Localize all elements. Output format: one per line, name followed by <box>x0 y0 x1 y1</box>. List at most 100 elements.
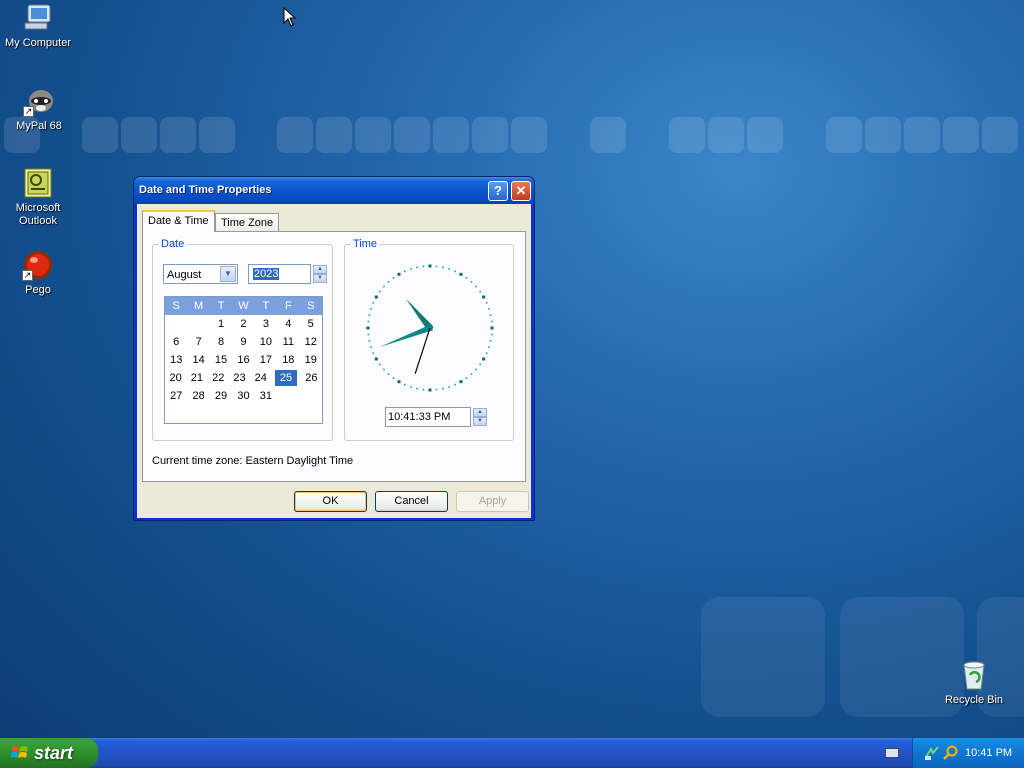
clock-minute-mark <box>485 301 488 304</box>
clock-minute-mark <box>435 265 438 268</box>
clock-hour-mark <box>428 264 432 268</box>
clock-minute-mark <box>379 363 381 366</box>
calendar-day[interactable]: 1 <box>210 315 232 333</box>
calendar-day[interactable]: 22 <box>208 369 229 387</box>
calendar-week-row: 20 21 22 23 24 25 26 <box>165 369 322 387</box>
clock-minute-mark <box>383 285 385 288</box>
clock-minute-mark <box>454 270 457 273</box>
spin-up-icon[interactable]: ▲ <box>313 265 327 274</box>
window-titlebar[interactable]: Date and Time Properties ? ✕ <box>134 177 534 204</box>
clock-minute-mark <box>379 290 381 293</box>
calendar-day[interactable]: 30 <box>232 387 254 405</box>
time-input[interactable]: 10:41:33 PM <box>385 407 471 427</box>
month-dropdown[interactable]: August ▼ <box>163 264 238 284</box>
desktop-icon-outlook[interactable]: Microsoft Outlook <box>0 167 76 228</box>
spin-down-icon[interactable]: ▼ <box>313 274 327 283</box>
calendar-day[interactable]: 12 <box>300 333 322 351</box>
ok-button[interactable]: OK <box>294 491 367 512</box>
calendar-day[interactable]: 28 <box>187 387 209 405</box>
calendar-day[interactable]: 23 <box>229 369 250 387</box>
calendar-day[interactable]: 18 <box>277 351 299 369</box>
clock-minute-mark <box>387 281 390 283</box>
year-spinner[interactable]: ▲ ▼ <box>313 265 327 283</box>
calendar-day[interactable]: 29 <box>210 387 232 405</box>
pego-ball-icon: ↗ <box>22 249 54 281</box>
calendar-day[interactable]: 4 <box>277 315 299 333</box>
spin-up-icon[interactable]: ▲ <box>473 408 487 417</box>
calendar-day[interactable]: 3 <box>255 315 277 333</box>
time-value: 10:41:33 PM <box>388 411 451 423</box>
calendar-day[interactable]: 26 <box>301 369 322 387</box>
calendar-day[interactable]: 15 <box>210 351 232 369</box>
search-icon[interactable] <box>942 745 958 761</box>
calendar-week-row: 27 28 29 30 31 <box>165 387 322 405</box>
calendar-day[interactable]: 10 <box>255 333 277 351</box>
clock-minute-mark <box>435 388 438 391</box>
apply-button[interactable]: Apply <box>456 491 529 512</box>
chevron-down-icon[interactable]: ▼ <box>220 266 236 282</box>
clock-hour-mark <box>459 380 463 384</box>
calendar-day[interactable]: 6 <box>165 333 187 351</box>
clock-minute-hand <box>379 325 434 348</box>
time-spinner[interactable]: ▲ ▼ <box>473 408 487 426</box>
calendar-day[interactable]: 7 <box>187 333 209 351</box>
clock-hour-mark <box>366 326 370 330</box>
calendar-day[interactable]: 9 <box>232 333 254 351</box>
tab-label: Time Zone <box>221 217 274 229</box>
calendar-day[interactable]: 5 <box>300 315 322 333</box>
calendar-empty-cell <box>165 315 187 333</box>
clock-minute-mark <box>490 333 493 336</box>
cancel-button[interactable]: Cancel <box>375 491 448 512</box>
tab-time-zone[interactable]: Time Zone <box>215 213 280 233</box>
clock-minute-mark <box>410 386 412 388</box>
month-calendar[interactable]: SMTWTFS 1 2 3 4 5 6 7 8 9 10 11 12 13 14 15 16 17 18 19 20 2… <box>164 296 323 424</box>
calendar-day[interactable]: 20 <box>165 369 186 387</box>
clock-minute-mark <box>416 387 418 390</box>
clock-minute-mark <box>392 277 395 279</box>
calendar-day[interactable]: 24 <box>250 369 271 387</box>
calendar-day[interactable]: 31 <box>255 387 277 405</box>
calendar-day[interactable]: 2 <box>232 315 254 333</box>
clock-minute-mark <box>454 383 457 386</box>
clock-minute-mark <box>403 383 406 386</box>
calendar-day[interactable]: 8 <box>210 333 232 351</box>
time-group-label: Time <box>351 238 380 250</box>
tab-panel-date-time: Date August ▼ 2023 ▲ ▼ SMTWTFS 123456789… <box>142 231 526 482</box>
help-button[interactable]: ? <box>488 181 508 201</box>
calendar-day[interactable]: 21 <box>186 369 207 387</box>
calendar-day[interactable]: 19 <box>300 351 322 369</box>
calendar-day[interactable]: 27 <box>165 387 187 405</box>
close-icon: ✕ <box>515 183 527 198</box>
calendar-day[interactable]: 17 <box>255 351 277 369</box>
calendar-empty-cell <box>187 315 209 333</box>
calendar-day[interactable]: 11 <box>277 333 299 351</box>
clock-minute-mark <box>422 388 425 391</box>
clock-minute-mark <box>403 270 406 273</box>
taskbar-clock[interactable]: 10:41 PM <box>965 747 1012 759</box>
mypal-raccoon-icon: ↗ <box>23 85 55 117</box>
spin-down-icon[interactable]: ▼ <box>473 417 487 426</box>
desktop-icon-label: Pego <box>25 284 51 296</box>
calendar-day[interactable]: 16 <box>232 351 254 369</box>
desktop-icon-my-computer[interactable]: My Computer <box>0 2 76 50</box>
year-input[interactable]: 2023 <box>248 264 311 284</box>
network-icon[interactable] <box>924 745 940 761</box>
tab-date-time[interactable]: Date & Time <box>142 210 215 232</box>
keyboard-icon[interactable] <box>885 748 899 758</box>
clock-minute-mark <box>475 368 477 371</box>
clock-minute-mark <box>422 265 425 268</box>
desktop-icon-recycle-bin[interactable]: Recycle Bin <box>936 659 1012 707</box>
desktop-icon-pego[interactable]: ↗ Pego <box>0 249 76 297</box>
help-icon: ? <box>494 183 502 198</box>
calendar-day[interactable]: 14 <box>187 351 209 369</box>
close-button[interactable]: ✕ <box>511 181 531 201</box>
time-groupbox: Time 10:41:33 PM ▲ ▼ <box>344 238 514 441</box>
start-button[interactable]: start <box>0 738 98 768</box>
clock-minute-mark <box>372 352 375 355</box>
calendar-day[interactable]: 25 <box>275 370 297 386</box>
date-group-label: Date <box>159 238 187 250</box>
clock-minute-mark <box>416 266 418 269</box>
desktop-icon-label: Recycle Bin <box>944 694 1004 706</box>
desktop-icon-mypal[interactable]: ↗ MyPal 68 <box>1 85 77 133</box>
calendar-day[interactable]: 13 <box>165 351 187 369</box>
